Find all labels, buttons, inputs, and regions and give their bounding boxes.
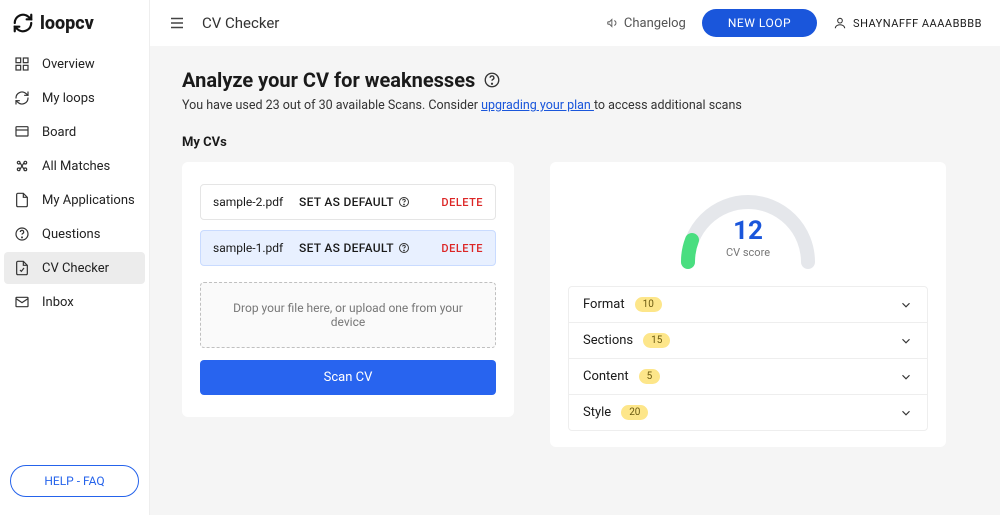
- chevron-down-icon: [899, 298, 913, 312]
- cv-filename[interactable]: sample-2.pdf: [213, 195, 299, 209]
- user-icon: [833, 16, 847, 30]
- new-loop-button[interactable]: NEW LOOP: [702, 9, 817, 37]
- accordion-label: Content: [583, 369, 629, 384]
- sidebar-item-label: Overview: [42, 57, 95, 72]
- sub-prefix: You have used 23 out of 30 available Sca…: [182, 98, 481, 113]
- cv-list-card: sample-2.pdf SET AS DEFAULT DELETE sampl…: [182, 162, 514, 417]
- delete-cv-button[interactable]: DELETE: [441, 196, 483, 209]
- score-badge: 10: [635, 297, 662, 312]
- accordion-label: Style: [583, 405, 611, 420]
- help-circle-icon[interactable]: [483, 71, 501, 89]
- sidebar-item-overview[interactable]: Overview: [4, 48, 145, 80]
- set-default-button[interactable]: SET AS DEFAULT: [299, 241, 441, 255]
- sidebar-item-questions[interactable]: Questions: [4, 218, 145, 250]
- changelog-label: Changelog: [624, 16, 686, 31]
- set-default-button[interactable]: SET AS DEFAULT: [299, 195, 441, 209]
- delete-cv-button[interactable]: DELETE: [441, 242, 483, 255]
- upload-dropzone[interactable]: Drop your file here, or upload one from …: [200, 282, 496, 348]
- user-menu[interactable]: SHAYNAFFF AAAABBBB: [833, 16, 982, 30]
- sidebar-item-cvchecker[interactable]: CV Checker: [4, 252, 145, 284]
- cv-filename[interactable]: sample-1.pdf: [213, 241, 299, 255]
- sidebar-item-matches[interactable]: All Matches: [4, 150, 145, 182]
- accordion-row-format[interactable]: Format 10: [569, 287, 927, 323]
- brand-name: loopcv: [40, 13, 94, 34]
- sidebar-item-label: Inbox: [42, 295, 74, 310]
- cv-score-gauge: 12 CV score: [668, 182, 828, 272]
- sidebar-item-label: CV Checker: [42, 261, 109, 276]
- score-card: 12 CV score Format 10 S: [550, 162, 946, 447]
- sidebar-item-label: My loops: [42, 91, 95, 106]
- sidebar-item-label: All Matches: [42, 159, 110, 174]
- sub-suffix: to access additional scans: [594, 98, 742, 113]
- accordion-row-style[interactable]: Style 20: [569, 395, 927, 430]
- set-default-label: SET AS DEFAULT: [299, 241, 394, 255]
- megaphone-icon: [606, 16, 620, 30]
- accordion-row-content[interactable]: Content 5: [569, 359, 927, 395]
- my-cvs-label: My CVs: [182, 135, 968, 150]
- sidebar-item-board[interactable]: Board: [4, 116, 145, 148]
- sidebar-item-myloops[interactable]: My loops: [4, 82, 145, 114]
- chevron-down-icon: [899, 334, 913, 348]
- help-faq-button[interactable]: HELP - FAQ: [10, 465, 139, 497]
- sidebar-nav: Overview My loops Board All Matches: [0, 48, 149, 318]
- upgrade-plan-link[interactable]: upgrading your plan: [481, 98, 594, 113]
- subheading: You have used 23 out of 30 available Sca…: [182, 98, 968, 113]
- score-badge: 5: [639, 369, 661, 384]
- accordion-label: Format: [583, 297, 625, 312]
- sidebar-item-label: Questions: [42, 227, 100, 242]
- cv-row: sample-2.pdf SET AS DEFAULT DELETE: [200, 184, 496, 220]
- sidebar-item-label: My Applications: [42, 193, 135, 208]
- chevron-down-icon: [899, 406, 913, 420]
- set-default-label: SET AS DEFAULT: [299, 195, 394, 209]
- cv-row: sample-1.pdf SET AS DEFAULT DELETE: [200, 230, 496, 266]
- refresh-icon: [12, 12, 34, 34]
- score-badge: 15: [643, 333, 670, 348]
- dashboard-icon: [14, 56, 30, 72]
- topbar: CV Checker Changelog NEW LOOP SHAYNAFFF …: [150, 0, 1000, 46]
- user-name: SHAYNAFFF AAAABBBB: [853, 17, 982, 30]
- matches-icon: [14, 158, 30, 174]
- brand-logo[interactable]: loopcv: [0, 12, 149, 48]
- menu-icon[interactable]: [168, 14, 186, 32]
- chevron-down-icon: [899, 370, 913, 384]
- cv-score-value: 12: [668, 216, 828, 246]
- accordion-label: Sections: [583, 333, 633, 348]
- scan-cv-button[interactable]: Scan CV: [200, 360, 496, 395]
- sidebar: loopcv Overview My loops Board: [0, 0, 150, 515]
- changelog-link[interactable]: Changelog: [606, 16, 686, 31]
- document-icon: [14, 192, 30, 208]
- refresh-small-icon: [14, 90, 30, 106]
- page-heading: Analyze your CV for weaknesses: [182, 68, 475, 92]
- sidebar-item-applications[interactable]: My Applications: [4, 184, 145, 216]
- page-title: CV Checker: [202, 14, 279, 32]
- accordion-row-sections[interactable]: Sections 15: [569, 323, 927, 359]
- question-icon: [14, 226, 30, 242]
- sidebar-item-inbox[interactable]: Inbox: [4, 286, 145, 318]
- mail-icon: [14, 294, 30, 310]
- content: Analyze your CV for weaknesses You have …: [150, 46, 1000, 469]
- sidebar-item-label: Board: [42, 125, 76, 140]
- help-circle-icon: [398, 242, 410, 254]
- cv-score-label: CV score: [668, 246, 828, 259]
- board-icon: [14, 124, 30, 140]
- score-badge: 20: [621, 405, 648, 420]
- file-check-icon: [14, 260, 30, 276]
- score-breakdown: Format 10 Sections 15: [568, 286, 928, 431]
- help-circle-icon: [398, 196, 410, 208]
- main: CV Checker Changelog NEW LOOP SHAYNAFFF …: [150, 0, 1000, 515]
